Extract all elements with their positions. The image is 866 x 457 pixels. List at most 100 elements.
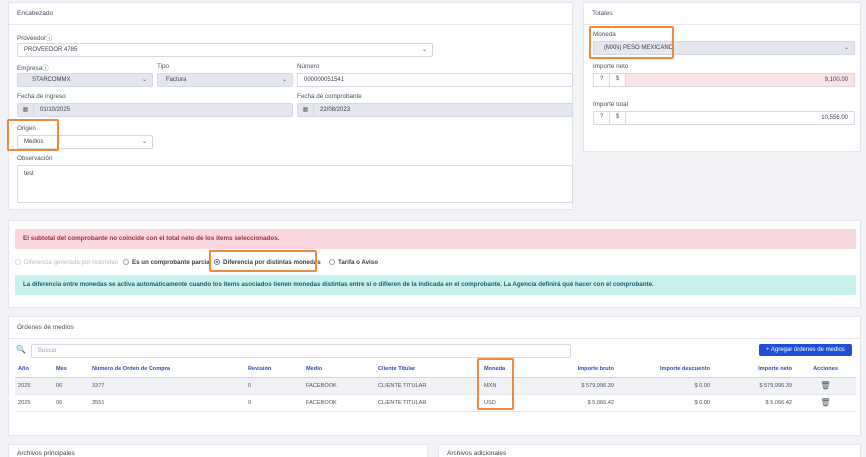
radio-tarifa[interactable]: Tarifa o Aviso [329, 259, 378, 266]
fecha-comprobante-input[interactable]: ▦ 22/08/2023 [297, 103, 573, 117]
col-bruto: Importe bruto [545, 361, 617, 378]
subtotal-error-alert: El subtotal del comprobante no coincide … [15, 229, 856, 249]
table-header-row: Año Mes Número de Orden de Compra Revisi… [15, 361, 856, 378]
calendar-icon: ▦ [298, 104, 314, 116]
ordenes-card: Órdenes de medios 🔍 Buscar + Agregar órd… [8, 316, 861, 436]
info-alert: La diferencia entre monedas se activa au… [15, 275, 856, 295]
radio-dot [15, 259, 21, 265]
radio-dot [329, 259, 335, 265]
table-row: 2025 06 3377 0 FACEBOOK CLIENTE TITULAR … [15, 377, 856, 395]
cell-revision: 0 [245, 394, 303, 412]
cell-medio: FACEBOOK [303, 394, 375, 412]
cell-descuento: $ 0.00 [617, 394, 713, 412]
moneda-column-highlight [477, 358, 514, 410]
fecha-comprobante-label: Fecha de comprobante [297, 93, 362, 100]
archivos-adicionales-title: Archivos adicionales [447, 450, 507, 457]
chevron-down-icon: ⌄ [843, 45, 849, 51]
col-mes: Mes [53, 361, 89, 378]
table-row: 2025 06 3551 0 FACEBOOK CLIENTE TITULAR … [15, 394, 856, 412]
cell-acciones: 🗑 [795, 394, 856, 412]
importe-neto-value: 9,100.00 [824, 77, 848, 83]
calendar-icon: ▦ [18, 104, 34, 116]
dollar-icon: $ [610, 74, 626, 86]
importe-total-label: Importe total [593, 101, 628, 108]
trash-icon[interactable]: 🗑 [820, 381, 830, 390]
search-placeholder: Buscar [38, 348, 57, 354]
chevron-down-icon: ⌄ [141, 139, 147, 145]
numero-label: Número [297, 63, 320, 70]
radio-tarifa-label: Tarifa o Aviso [338, 259, 378, 266]
encabezado-card: Encabezado Proveedorⓘ PROVEEDOR 4785 ⌄ E… [8, 2, 573, 210]
radio-redondeo-label: Diferencia generada por redondeo [24, 259, 119, 266]
search-icon: 🔍 [16, 345, 26, 354]
col-revision: Revisión [245, 361, 303, 378]
observacion-value: test [24, 171, 34, 177]
col-numero: Número de Orden de Compra [89, 361, 245, 378]
radio-dot [123, 259, 129, 265]
help-icon: ? [594, 112, 610, 124]
cell-neto: $ 579,996.39 [713, 377, 795, 395]
cell-mes: 06 [53, 394, 89, 412]
col-cliente: Cliente Titular [375, 361, 481, 378]
fecha-ingreso-value: 01/10/2025 [40, 107, 71, 113]
archivos-adicionales-card: Archivos adicionales [438, 444, 861, 457]
fecha-comprobante-value: 22/08/2023 [320, 107, 351, 113]
proveedor-label: Proveedorⓘ [17, 35, 53, 42]
col-medio: Medio [303, 361, 375, 378]
cell-numero: 3551 [89, 394, 245, 412]
dollar-icon: $ [610, 112, 626, 124]
cell-revision: 0 [245, 377, 303, 395]
cell-bruto: $ 5,066.42 [545, 394, 617, 412]
importe-neto-input[interactable]: ? $ 9,100.00 [593, 73, 855, 87]
importe-neto-label: Importe neto [593, 63, 629, 70]
fecha-ingreso-input[interactable]: ▦ 01/10/2025 [17, 103, 293, 117]
chevron-down-icon: ⌄ [421, 47, 427, 53]
tipo-label: Tipo [157, 63, 170, 70]
encabezado-title: Encabezado [9, 3, 572, 25]
importe-total-input[interactable]: ? $ 10,556.00 [593, 111, 855, 125]
tipo-value: Factura [166, 77, 187, 83]
radio-redondeo[interactable]: Diferencia generada por redondeo [15, 259, 118, 266]
add-ordenes-label: Agregar órdenes de medios [770, 347, 845, 353]
help-icon: ? [594, 74, 610, 86]
tipo-select[interactable]: Factura ⌄ [157, 73, 293, 87]
cell-anio: 2025 [15, 394, 53, 412]
archivos-principales-title: Archivos principales [17, 450, 75, 457]
cell-acciones: 🗑 [795, 377, 856, 395]
col-acciones: Acciones [795, 361, 856, 378]
chevron-down-icon: ⌄ [141, 77, 147, 83]
cell-bruto: $ 579,996.39 [545, 377, 617, 395]
ordenes-table: Año Mes Número de Orden de Compra Revisi… [15, 361, 856, 412]
proveedor-select[interactable]: PROVEEDOR 4785 ⌄ [17, 43, 433, 57]
empresa-label: Empresaⓘ [17, 65, 49, 72]
origen-highlight [7, 119, 59, 151]
add-ordenes-button[interactable]: + Agregar órdenes de medios [759, 344, 852, 356]
totales-card: Totales Moneda (MXN) PESO MEXICANO ⌄ Imp… [583, 2, 861, 152]
moneda-highlight [589, 26, 674, 59]
radio-parcial[interactable]: Es un comprobante parcial [123, 259, 211, 266]
observacion-label: Observación [17, 155, 53, 162]
trash-icon[interactable]: 🗑 [820, 398, 830, 407]
cell-cliente: CLIENTE TITULAR [375, 377, 481, 395]
col-descuento: Importe descuento [617, 361, 713, 378]
ordenes-title: Órdenes de medios [9, 317, 860, 339]
observacion-textarea[interactable]: test [17, 165, 573, 203]
col-anio: Año [15, 361, 53, 378]
archivos-principales-card: Archivos principales [8, 444, 428, 457]
cell-cliente: CLIENTE TITULAR [375, 394, 481, 412]
search-input[interactable]: Buscar [31, 344, 571, 358]
alerts-card: El subtotal del comprobante no coincide … [8, 220, 861, 308]
cell-anio: 2025 [15, 377, 53, 395]
fecha-ingreso-label: Fecha de ingreso [17, 93, 66, 100]
numero-input[interactable]: 000000051541 [297, 73, 573, 87]
proveedor-value: PROVEEDOR 4785 [24, 47, 78, 53]
plus-icon: + [766, 347, 770, 353]
empresa-select[interactable]: STARCOMMX ⌄ [17, 73, 153, 87]
chevron-down-icon: ⌄ [281, 77, 287, 83]
cell-neto: $ 5,066.42 [713, 394, 795, 412]
cell-numero: 3377 [89, 377, 245, 395]
monedas-highlight [209, 250, 317, 272]
cell-mes: 06 [53, 377, 89, 395]
empresa-value: STARCOMMX [32, 77, 71, 83]
col-neto: Importe neto [713, 361, 795, 378]
